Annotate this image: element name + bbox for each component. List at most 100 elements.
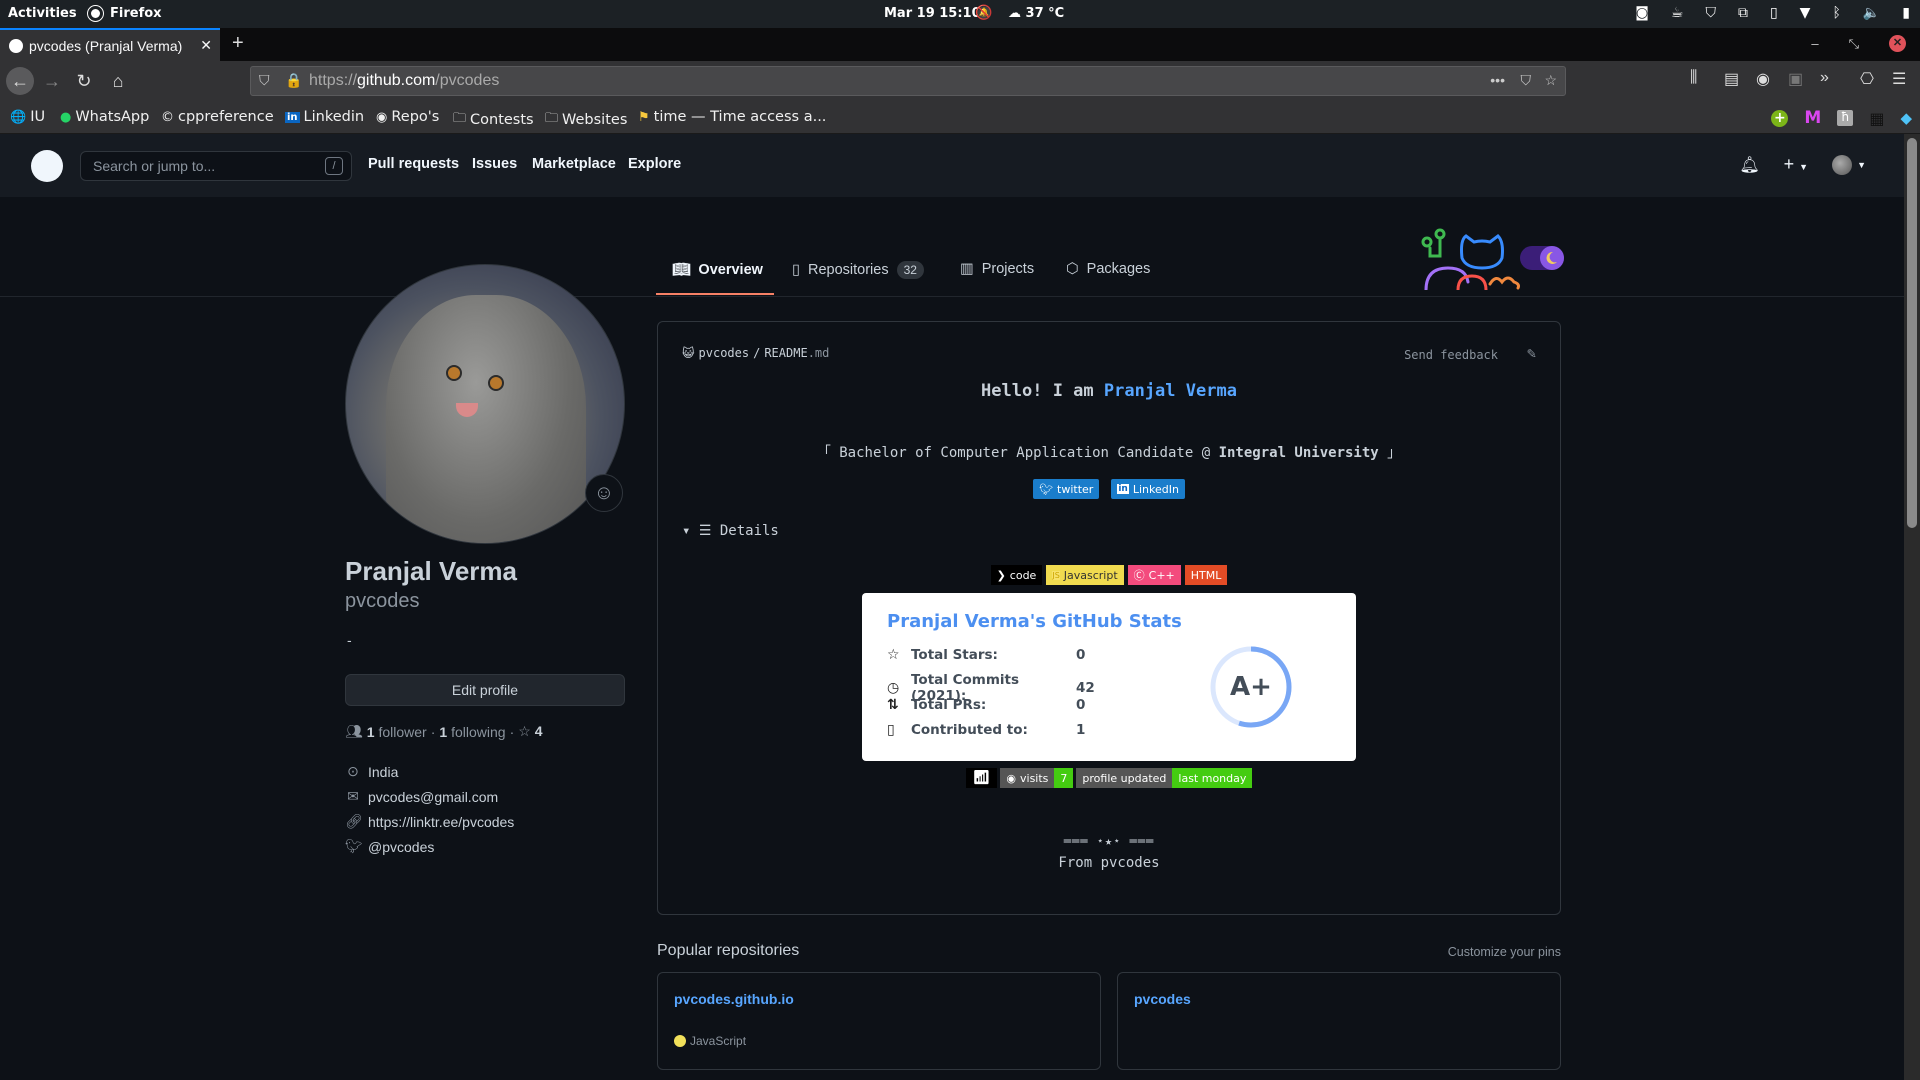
close-tab-icon[interactable]: ✕ xyxy=(200,37,212,54)
gmail-m-icon[interactable]: M xyxy=(1804,108,1821,128)
selenium-icon[interactable]: ▣ xyxy=(1788,69,1803,89)
phone-icon[interactable]: ▯ xyxy=(1770,5,1778,21)
github-stats-card[interactable]: Pranjal Verma's GitHub Stats ☆ Total Star… xyxy=(862,593,1356,761)
repo-name-link[interactable]: pvcodes.github.io xyxy=(674,991,794,1007)
tab-packages[interactable]: ⬡ Packages xyxy=(1066,261,1150,277)
bluetooth-icon[interactable]: ᛒ xyxy=(1832,5,1840,21)
github-logo-icon[interactable] xyxy=(31,150,63,182)
h-extension-icon[interactable]: ħ xyxy=(1837,110,1854,126)
tracking-shield-icon[interactable]: ⛉ xyxy=(259,72,270,89)
edit-profile-button[interactable]: Edit profile xyxy=(345,674,625,706)
location-pin-icon: ⊙ xyxy=(347,763,359,779)
notifications-bell-icon[interactable]: 🔔︎ xyxy=(1739,155,1759,175)
wifi-icon[interactable]: ▼ xyxy=(1800,5,1811,21)
stats-row: ☆ Total Stars: 0 xyxy=(887,647,1086,663)
email[interactable]: ✉ pvcodes@gmail.com xyxy=(345,788,498,805)
library-icon[interactable]: ⫼ xyxy=(1690,69,1697,87)
account-avatar-icon[interactable]: ◉ xyxy=(1756,69,1770,89)
back-button[interactable]: ← xyxy=(6,67,34,95)
edit-pencil-icon[interactable]: ✎ xyxy=(1527,344,1536,362)
shield-icon[interactable]: ⛉ xyxy=(1705,5,1716,21)
footer-user-link[interactable]: pvcodes xyxy=(1101,855,1160,871)
reload-button[interactable]: ↻ xyxy=(70,67,98,95)
browser-tab[interactable]: pvcodes (Pranjal Verma) ✕ xyxy=(0,28,220,61)
bookmark-websites[interactable]: 🗀 Websites xyxy=(545,109,627,131)
nav-explore[interactable]: Explore xyxy=(628,156,681,172)
readme-user-link[interactable]: pvcodes xyxy=(699,346,750,360)
coffee-icon[interactable]: ☕ xyxy=(1671,5,1684,21)
user-menu[interactable]: ▼ xyxy=(1832,154,1866,175)
bookmark-repos[interactable]: ◉ Repo's xyxy=(376,109,439,125)
details-toggle[interactable]: ▾ ☰ Details xyxy=(682,523,779,539)
add-extension-icon[interactable]: + xyxy=(1771,109,1789,127)
lock-icon[interactable]: 🔒 xyxy=(285,72,302,89)
following-link[interactable]: 1 following xyxy=(439,724,505,740)
clock[interactable]: Mar 19 15:10 xyxy=(884,6,981,21)
minimize-icon[interactable]: – xyxy=(1811,36,1818,51)
sidebar-icon[interactable]: ▤ xyxy=(1724,69,1739,89)
people-icon: 👥︎ xyxy=(345,723,363,739)
followers-link[interactable]: 1 follower xyxy=(367,724,427,740)
menu-icon[interactable]: ☰ xyxy=(1892,69,1906,89)
page-actions-icon[interactable]: ••• xyxy=(1490,72,1505,88)
bookmark-time[interactable]: ⚑ time — Time access a... xyxy=(638,109,826,125)
close-window-icon[interactable]: ✕ xyxy=(1889,35,1906,52)
apps-grid-icon[interactable]: ▦ xyxy=(1869,109,1884,128)
bookmark-contests[interactable]: 🗀 Contests xyxy=(453,109,534,131)
activities-button[interactable]: Activities xyxy=(8,6,77,21)
nav-pull-requests[interactable]: Pull requests xyxy=(368,156,459,172)
profile-bio: - xyxy=(347,632,352,648)
rss-icon[interactable]: 📶︎ xyxy=(965,768,998,788)
pocket-icon[interactable]: ⛉ xyxy=(1521,72,1532,89)
javascript-badge: JS Javascript xyxy=(1046,565,1124,585)
bookmark-cppreference[interactable]: © cppreference xyxy=(161,109,274,125)
home-button[interactable]: ⌂ xyxy=(104,67,132,95)
readme-footer: From pvcodes xyxy=(1058,855,1160,871)
discord-icon[interactable]: ◙ xyxy=(1635,5,1649,21)
tab-overview[interactable]: 📖︎ Overview xyxy=(672,261,763,279)
volume-icon[interactable]: 🔈 xyxy=(1863,5,1880,21)
system-tray: ◙ ☕ ⛉ ⧉ ▯ ▼ ᛒ 🔈 ▮ xyxy=(1635,5,1910,21)
customize-pins-link[interactable]: Customize your pins xyxy=(1448,945,1561,959)
diamond-icon[interactable]: ◆ xyxy=(1900,109,1912,127)
scrollbar-thumb[interactable] xyxy=(1907,138,1917,528)
battery-icon[interactable]: ▮ xyxy=(1902,5,1910,21)
nav-marketplace[interactable]: Marketplace xyxy=(532,156,616,172)
set-status-smiley-icon[interactable]: ☺ xyxy=(585,474,623,512)
twitter-badge[interactable]: 🐦︎ twitter xyxy=(1033,479,1100,499)
readme-heading: Hello! I am Pranjal Verma xyxy=(981,381,1237,401)
tab-repositories[interactable]: ▯ Repositories 32 xyxy=(792,261,924,279)
bookmarks-bar: 🌐 IU ● WhatsApp © cppreference in Linkedin ◉… xyxy=(0,101,1920,134)
new-tab-button[interactable]: + xyxy=(232,32,244,55)
whatsapp-icon: ● xyxy=(60,109,72,125)
restore-icon[interactable]: ⤡ xyxy=(1849,36,1859,52)
app-menu[interactable]: Firefox xyxy=(88,6,162,21)
overflow-icon[interactable]: » xyxy=(1820,69,1829,87)
stars-link[interactable]: ☆ 4 xyxy=(518,723,542,740)
screens-icon[interactable]: ⧉ xyxy=(1738,5,1748,21)
create-new-button[interactable]: + ▼ xyxy=(1784,154,1808,175)
search-input[interactable]: Search or jump to... / xyxy=(80,151,352,181)
book-icon: 📖︎ xyxy=(672,262,691,278)
twitter-handle[interactable]: 🐦︎ @pvcodes xyxy=(345,838,434,855)
tab-projects[interactable]: ▥ Projects xyxy=(960,261,1034,277)
url-text[interactable]: https://github.com/pvcodes xyxy=(309,72,499,90)
page-scrollbar[interactable] xyxy=(1904,134,1920,1080)
weather[interactable]: ☁ 37 °C xyxy=(1008,6,1064,21)
website[interactable]: 🔗︎ https://linktr.ee/pvcodes xyxy=(345,813,514,830)
send-feedback-link[interactable]: Send feedback xyxy=(1404,348,1498,362)
bookmark-iu[interactable]: 🌐 IU xyxy=(10,109,45,125)
bookmark-whatsapp[interactable]: ● WhatsApp xyxy=(60,109,149,125)
gift-icon[interactable]: ⎔ xyxy=(1860,69,1874,89)
nav-issues[interactable]: Issues xyxy=(472,156,517,172)
linkedin-icon: in xyxy=(1117,484,1129,494)
profile-avatar[interactable] xyxy=(345,264,625,544)
readme-name-link[interactable]: Pranjal Verma xyxy=(1104,381,1237,401)
repo-name-link[interactable]: pvcodes xyxy=(1134,991,1191,1007)
notifications-muted-icon: 🔕 xyxy=(975,5,993,21)
bookmark-linkedin[interactable]: in Linkedin xyxy=(285,109,364,125)
bookmark-star-icon[interactable]: ☆ xyxy=(1544,72,1557,89)
url-bar[interactable]: ⛉ 🔒 https://github.com/pvcodes ••• ⛉ ☆ xyxy=(250,66,1566,96)
forward-button[interactable]: → xyxy=(38,67,66,95)
linkedin-badge[interactable]: in LinkedIn xyxy=(1111,479,1185,499)
